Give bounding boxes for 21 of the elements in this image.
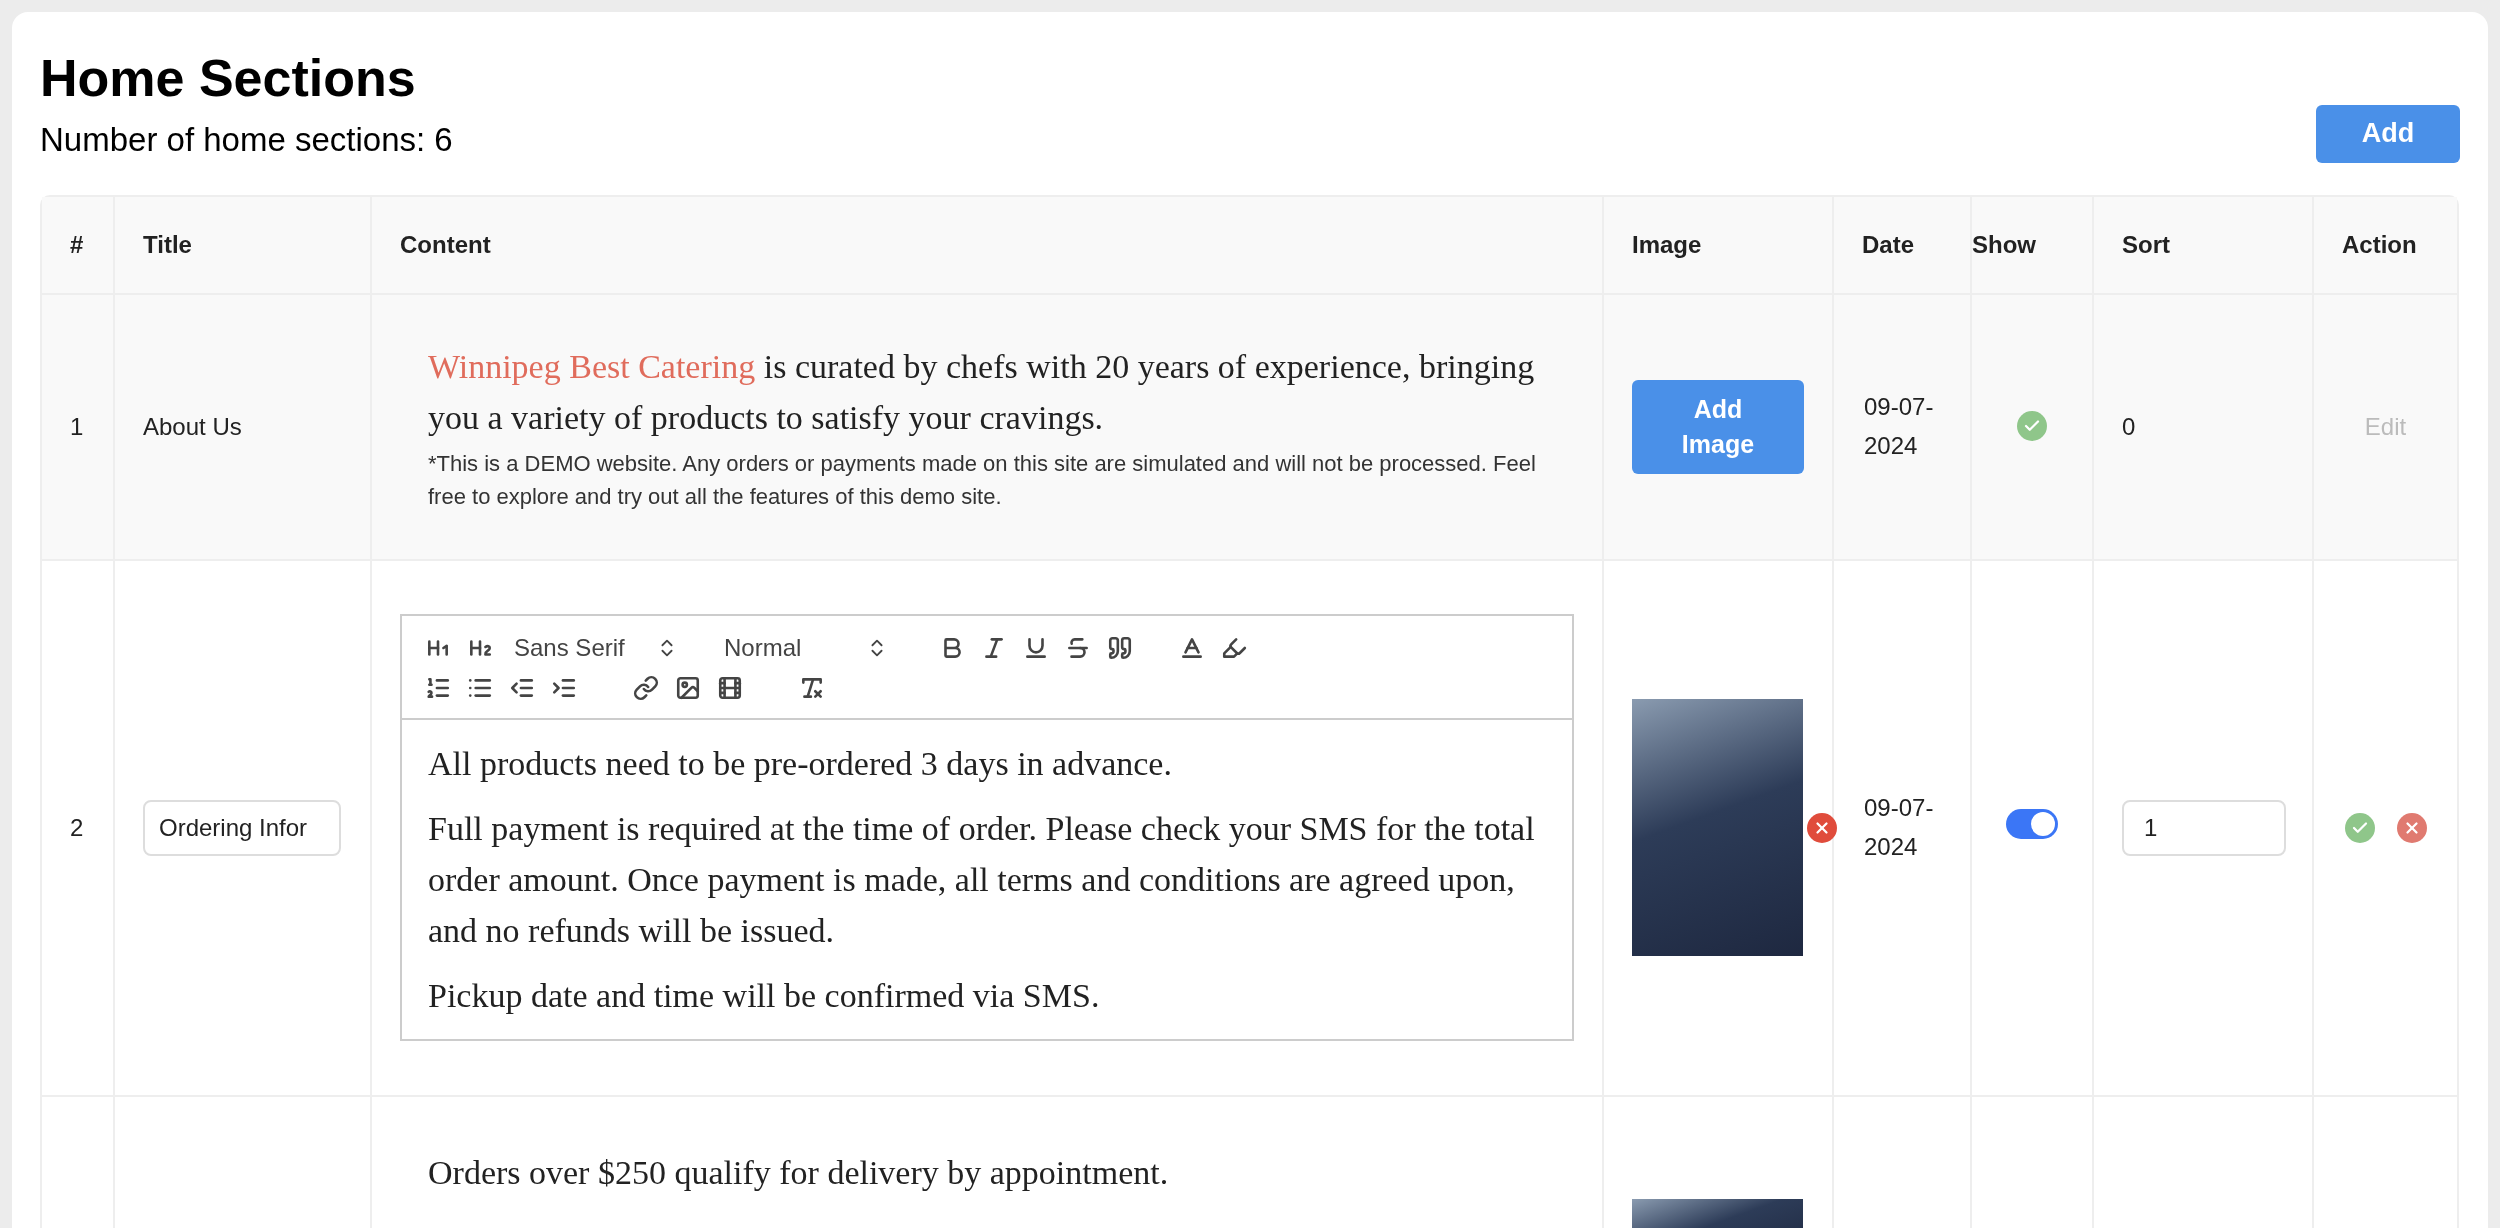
content-paragraph: Full payment is required at the time of order. Please check your SMS for the total order amount. Once payment is made, all terms and conditions are agreed upon, and no refunds will be issued.: [428, 809, 1536, 952]
show-toggle[interactable]: [2006, 809, 2058, 840]
content-paragraph: All products need to be pre-ordered 3 days in advance.: [428, 744, 1173, 785]
section-count: Number of home sections: 6: [40, 120, 453, 161]
date-cell: 09-07-2024: [1834, 560, 1972, 1097]
content-paragraph: Winnipeg Best Catering is curated by chefs with 20 years of experience, bringing you a variety of products to satisfy your cravings.: [428, 346, 1536, 438]
rich-text-editor[interactable]: [400, 614, 1574, 1042]
content-paragraph: Orders over $250 qualify for delivery by appointment.: [428, 1152, 1170, 1193]
index-cell: 2: [42, 560, 115, 1097]
remove-image-icon[interactable]: [1807, 812, 1837, 843]
title-text: About Us: [143, 412, 242, 440]
index-cell: 1: [42, 294, 115, 561]
sort-input[interactable]: 1: [2122, 799, 2286, 856]
sort-value: 0: [2122, 412, 2136, 440]
cancel-icon[interactable]: [2396, 812, 2427, 843]
size-dropdown[interactable]: Normal: [716, 630, 896, 667]
font-dropdown[interactable]: Sans Serif: [506, 630, 686, 667]
demo-disclaimer: *This is a DEMO website. Any orders or payments made on this site are simulated and will not be processed. Feel free to explore and try out all the features of this demo site.: [428, 449, 1537, 511]
title-input[interactable]: Ordering Infor: [143, 799, 341, 856]
page-title: Home Sections: [40, 50, 417, 108]
content-paragraph: Pickup date and time will be confirmed via SMS.: [428, 976, 1101, 1017]
